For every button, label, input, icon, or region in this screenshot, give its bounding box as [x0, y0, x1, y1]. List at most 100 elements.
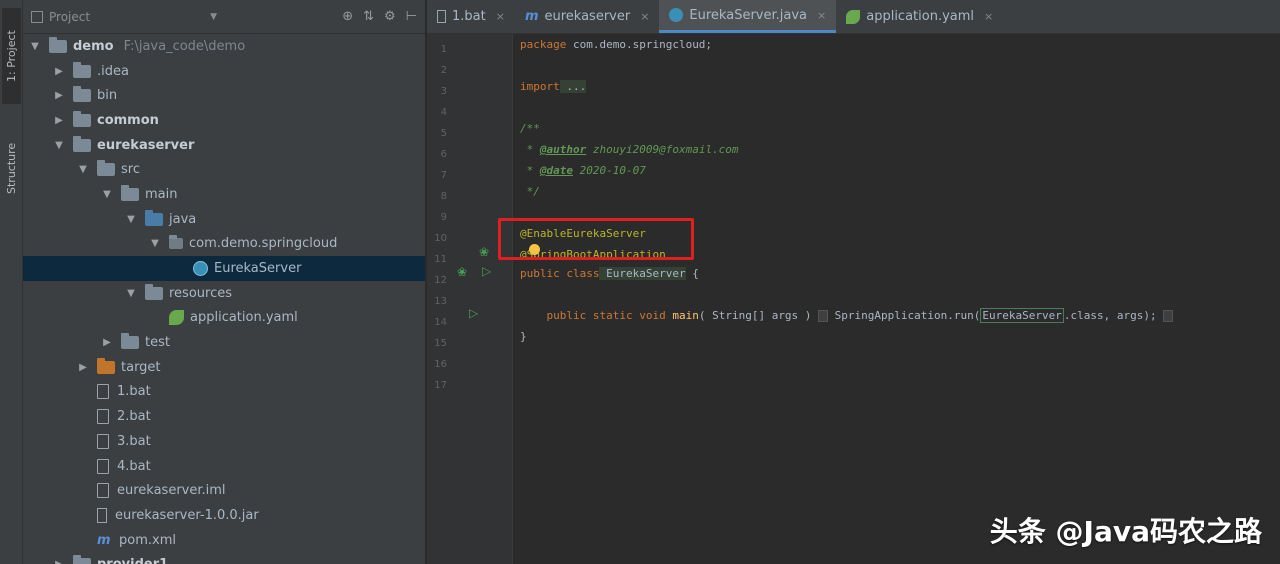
tree-node-label: demo — [73, 38, 114, 54]
project-tool-tab[interactable]: 1: Project — [2, 8, 21, 104]
collapsed-arrow-icon[interactable]: ▶ — [77, 362, 89, 373]
close-icon[interactable]: × — [640, 10, 649, 23]
tree-node[interactable]: ▼ com.demo.springcloud — [23, 232, 425, 257]
import-fold[interactable]: ... — [559, 80, 587, 93]
expanded-arrow-icon[interactable]: ▼ — [149, 238, 161, 249]
folder-icon — [169, 235, 183, 250]
tree-node-label: src — [121, 162, 140, 178]
tree-node-label: eurekaserver-1.0.0.jar — [115, 507, 259, 523]
folder-icon — [121, 333, 139, 350]
project-panel-title[interactable]: Project — [49, 10, 90, 24]
tree-node[interactable]: application.yaml — [23, 306, 425, 331]
locate-icon[interactable]: ⊕ — [342, 9, 353, 24]
line-number: 3 — [440, 86, 447, 97]
chevron-down-icon[interactable]: ▼ — [210, 12, 217, 22]
tree-node[interactable]: 2.bat — [23, 404, 425, 429]
file-icon — [97, 483, 109, 499]
tree-node[interactable]: 3.bat — [23, 429, 425, 454]
editor-tab-label: 1.bat — [452, 9, 486, 24]
collapsed-arrow-icon[interactable]: ▶ — [101, 337, 113, 348]
close-icon[interactable]: × — [984, 10, 993, 23]
tree-node[interactable]: ▼ demo F:\java_code\demo — [23, 34, 425, 59]
line-number: 2 — [440, 65, 447, 76]
tree-node-label: common — [97, 112, 159, 128]
fold-marker-end[interactable] — [1163, 310, 1174, 322]
line-number: 5 — [440, 128, 447, 139]
hide-icon[interactable]: ⊢ — [406, 9, 417, 24]
expanded-arrow-icon[interactable]: ▼ — [101, 189, 113, 200]
tool-window-strip: 1: Project Structure — [0, 0, 23, 564]
tree-node[interactable]: ▼ java — [23, 207, 425, 232]
line-number: 8 — [440, 191, 447, 202]
tree-node-label: test — [145, 335, 170, 351]
collapse-icon[interactable]: ⇅ — [363, 9, 374, 24]
editor-tabs: 1.bat × m eurekaserver × EurekaServer.java × ap… — [427, 0, 1280, 34]
file-icon — [437, 10, 446, 23]
tree-node[interactable]: ▶ .idea — [23, 59, 425, 84]
collapsed-arrow-icon[interactable]: ▶ — [53, 559, 65, 564]
tree-node[interactable]: 4.bat — [23, 454, 425, 479]
folder-icon — [73, 110, 91, 127]
project-panel-header: Project ▼ ⊕ ⇅ ⚙ ⊢ — [23, 0, 425, 34]
tree-node[interactable]: ▶ provider1 — [23, 552, 425, 564]
expanded-arrow-icon[interactable]: ▼ — [29, 41, 41, 52]
tree-node[interactable]: EurekaServer — [23, 256, 425, 281]
project-tree: ▼ demo F:\java_code\demo ▶ .idea ▶ bin ▶ common ▼… — [23, 34, 425, 564]
collapsed-arrow-icon[interactable]: ▶ — [53, 66, 65, 77]
tree-node[interactable]: ▶ bin — [23, 83, 425, 108]
tree-node[interactable]: ▶ test — [23, 330, 425, 355]
gear-icon[interactable]: ⚙ — [384, 9, 396, 24]
maven-icon: m — [524, 9, 539, 24]
code-line-doc-open: /** — [520, 122, 540, 135]
tree-node-label: EurekaServer — [214, 261, 302, 277]
editor-tab[interactable]: m eurekaserver × — [515, 0, 659, 33]
editor-tab[interactable]: 1.bat × — [427, 0, 515, 33]
code-line-close: } — [520, 330, 527, 343]
file-icon — [97, 384, 109, 400]
maven-icon: m — [97, 532, 111, 548]
expanded-arrow-icon[interactable]: ▼ — [125, 288, 137, 299]
close-icon[interactable]: × — [496, 10, 505, 23]
tree-node[interactable]: m pom.xml — [23, 528, 425, 553]
close-icon[interactable]: × — [817, 9, 826, 22]
tree-node[interactable]: ▼ src — [23, 157, 425, 182]
tree-node[interactable]: ▼ resources — [23, 281, 425, 306]
folder-icon — [49, 36, 67, 53]
code-area[interactable]: package com.demo.springcloud; import ...… — [520, 34, 1280, 564]
tree-node-label: resources — [169, 285, 233, 301]
watermark: 头条 @Java码农之路 — [989, 515, 1262, 548]
line-number: 14 — [434, 317, 447, 328]
expanded-arrow-icon[interactable]: ▼ — [125, 214, 137, 225]
fold-marker[interactable] — [818, 310, 829, 322]
collapsed-arrow-icon[interactable]: ▶ — [53, 90, 65, 101]
folder-icon — [121, 184, 139, 201]
spring-bean-icon[interactable]: ❀ — [457, 265, 467, 279]
structure-tool-tab[interactable]: Structure — [2, 118, 21, 218]
lightbulb-icon[interactable] — [529, 244, 540, 255]
run-class-icon[interactable]: ▷ — [482, 264, 491, 278]
line-number: 11 — [434, 254, 447, 265]
tree-node[interactable]: ▼ eurekaserver — [23, 133, 425, 158]
tree-node[interactable]: ▶ target — [23, 355, 425, 380]
bean-icon[interactable]: ❀ — [479, 245, 489, 259]
line-number: 6 — [440, 149, 447, 160]
tree-node[interactable]: ▶ common — [23, 108, 425, 133]
tree-node[interactable]: ▼ main — [23, 182, 425, 207]
tree-node-path: F:\java_code\demo — [123, 38, 246, 54]
spring-leaf-icon — [169, 310, 184, 326]
editor-tab[interactable]: application.yaml × — [836, 0, 1003, 33]
editor-tab[interactable]: EurekaServer.java × — [659, 0, 837, 33]
tree-node[interactable]: eurekaserver-1.0.0.jar — [23, 503, 425, 528]
tree-node-label: bin — [97, 88, 118, 104]
tree-node[interactable]: 1.bat — [23, 380, 425, 405]
tree-node-label: target — [121, 359, 161, 375]
tree-node-label: .idea — [97, 63, 129, 79]
line-number: 13 — [434, 296, 447, 307]
tree-node[interactable]: eurekaserver.iml — [23, 478, 425, 503]
code-line-main: public static void main( String[] args )… — [520, 308, 1174, 323]
collapsed-arrow-icon[interactable]: ▶ — [53, 115, 65, 126]
expanded-arrow-icon[interactable]: ▼ — [53, 140, 65, 151]
expanded-arrow-icon[interactable]: ▼ — [77, 164, 89, 175]
tree-node-label: eurekaserver — [97, 137, 195, 153]
run-main-icon[interactable]: ▷ — [469, 306, 478, 320]
